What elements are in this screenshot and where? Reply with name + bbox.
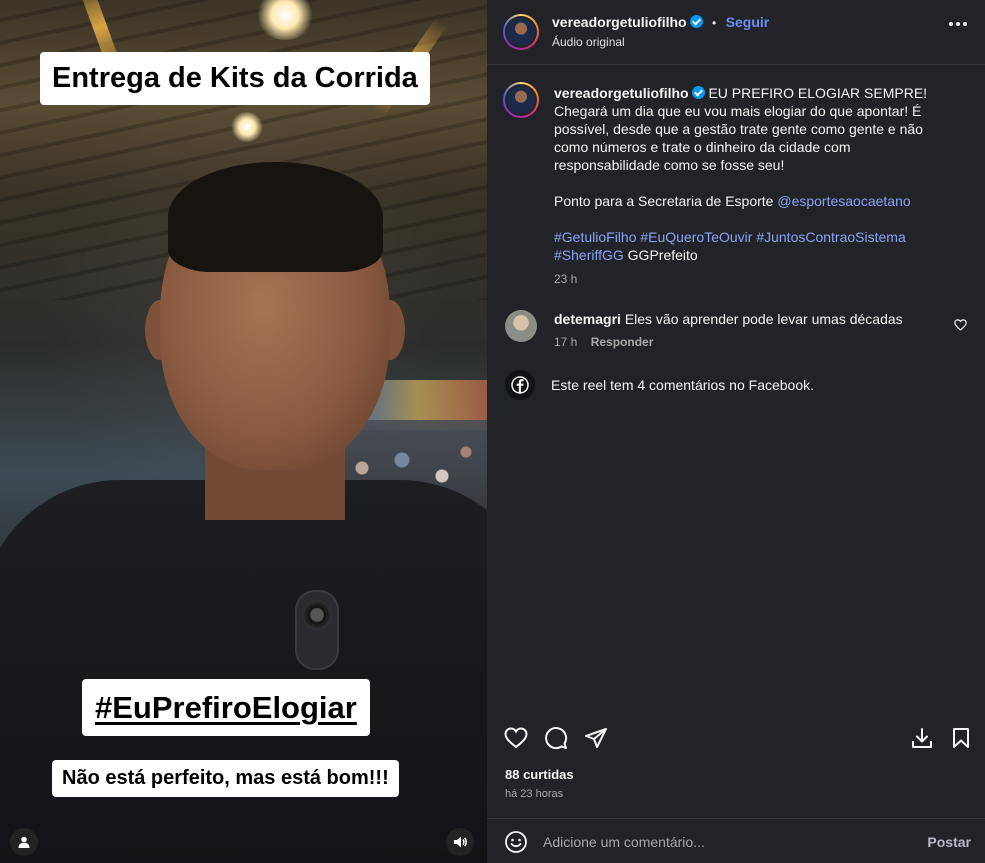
presenter-shirt: [0, 480, 487, 863]
user-icon: [18, 836, 30, 848]
reply-button[interactable]: Responder: [591, 335, 654, 349]
caption-trailing-text: GGPrefeito: [623, 247, 698, 263]
comment-time: 17 h: [554, 335, 578, 349]
caption-username[interactable]: vereadorgetuliofilho: [554, 85, 689, 101]
like-button[interactable]: [502, 724, 530, 752]
comment-text: Eles vão aprender pode levar umas década…: [624, 311, 903, 327]
caption-author-avatar[interactable]: [503, 82, 539, 118]
more-options-icon[interactable]: [949, 22, 967, 26]
bookmark-icon: [953, 728, 969, 748]
facebook-comments-note: Este reel tem 4 comentários no Facebook.: [505, 370, 814, 400]
comment-line: detemagri Eles vão aprender pode levar u…: [554, 311, 903, 327]
author-line: vereadorgetuliofilho • Seguir: [552, 14, 769, 32]
share-button[interactable]: [582, 724, 610, 752]
caption-time: 23 h: [554, 272, 578, 286]
share-plane-icon: [585, 728, 607, 748]
save-button[interactable]: [947, 724, 975, 752]
post-comment-button[interactable]: Postar: [927, 834, 971, 850]
likes-count[interactable]: 88 curtidas: [505, 767, 574, 782]
reel-video[interactable]: Entrega de Kits da Corrida #EuPrefiroElo…: [0, 0, 487, 863]
verified-badge-icon: [689, 15, 703, 28]
comment-bubble-icon: [545, 727, 568, 750]
video-subtitle-overlay: Não está perfeito, mas está bom!!!: [52, 760, 399, 797]
commenter-avatar[interactable]: [505, 310, 537, 342]
hashtag-links[interactable]: #GetulioFilho #EuQueroTeOuvir #JuntosCon…: [554, 229, 906, 263]
audio-toggle-button[interactable]: [446, 828, 474, 856]
heart-icon: [504, 727, 528, 749]
author-username[interactable]: vereadorgetuliofilho: [552, 14, 687, 30]
download-icon: [912, 728, 932, 748]
comment-item: detemagri Eles vão aprender pode levar u…: [505, 306, 975, 356]
emoji-button[interactable]: [504, 830, 528, 859]
comment-input[interactable]: [543, 831, 903, 853]
verified-badge-icon: [691, 86, 705, 99]
emoji-icon: [505, 831, 527, 853]
presenter: [0, 150, 487, 863]
follow-button[interactable]: Seguir: [726, 14, 770, 30]
author-avatar[interactable]: [503, 14, 539, 50]
speaker-icon: [454, 836, 467, 848]
video-title-overlay: Entrega de Kits da Corrida: [40, 52, 430, 105]
post-caption: vereadorgetuliofilho EU PREFIRO ELOGIAR …: [554, 84, 959, 288]
commenter-username[interactable]: detemagri: [554, 311, 621, 327]
microphone-lens: [302, 600, 332, 630]
add-comment-bar: Postar: [487, 818, 985, 863]
comment-like-button[interactable]: [954, 318, 967, 336]
caption-line2: Ponto para a Secretaria de Esporte: [554, 193, 778, 209]
heart-icon: [954, 319, 967, 331]
post-side-panel: vereadorgetuliofilho • Seguir Áudio orig…: [487, 0, 985, 863]
user-tags-button[interactable]: [10, 828, 38, 856]
mention-link[interactable]: @esportesaocaetano: [777, 193, 910, 209]
post-header: vereadorgetuliofilho • Seguir Áudio orig…: [487, 0, 985, 65]
download-button[interactable]: [908, 724, 936, 752]
audio-link[interactable]: Áudio original: [552, 35, 625, 49]
comment-meta: 17 h Responder: [554, 335, 653, 349]
facebook-icon: [505, 370, 535, 400]
comment-button[interactable]: [542, 724, 570, 752]
facebook-note-text: Este reel tem 4 comentários no Facebook.: [551, 377, 815, 393]
presenter-hair: [168, 162, 383, 272]
ceiling-light: [230, 112, 264, 142]
post-actions: [487, 720, 985, 756]
separator-dot: •: [712, 16, 717, 30]
post-time[interactable]: há 23 horas: [505, 788, 563, 800]
video-hashtag-overlay: #EuPrefiroElogiar: [82, 679, 370, 736]
